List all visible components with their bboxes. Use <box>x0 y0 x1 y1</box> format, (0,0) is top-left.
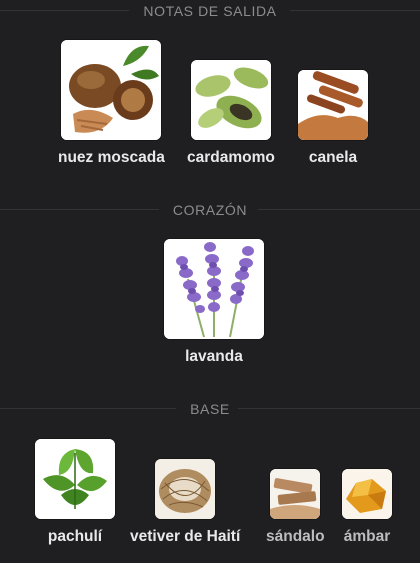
sandalwood-icon <box>270 469 321 519</box>
nutmeg-icon <box>61 40 162 140</box>
vetiver-icon <box>155 459 216 519</box>
note-lavender[interactable]: lavanda <box>164 239 264 366</box>
divider <box>238 408 420 409</box>
note-cardamom[interactable]: cardamomo <box>187 60 275 167</box>
amber-icon <box>342 469 392 519</box>
note-label: cardamomo <box>187 149 275 166</box>
note-vetiver[interactable]: vetiver de Haití <box>130 459 240 546</box>
divider <box>258 209 420 210</box>
note-label: ámbar <box>343 528 391 545</box>
patchouli-icon <box>35 439 115 519</box>
divider <box>0 10 130 11</box>
note-nutmeg[interactable]: nuez moscada <box>58 40 165 167</box>
note-patchouli[interactable]: pachulí <box>35 439 115 546</box>
note-label: nuez moscada <box>58 149 165 166</box>
note-amber[interactable]: ámbar <box>342 469 392 546</box>
cinnamon-icon <box>298 70 368 140</box>
section-header-base-notes: BASE <box>0 399 420 419</box>
section-header-top-notes: NOTAS DE SALIDA <box>0 1 420 21</box>
note-label: pachulí <box>47 528 103 545</box>
cardamom-icon <box>190 60 271 140</box>
section-title: BASE <box>176 401 244 417</box>
note-label: lavanda <box>185 348 243 365</box>
note-sandalwood[interactable]: sándalo <box>266 469 325 546</box>
note-label: canela <box>308 149 358 166</box>
section-header-heart-notes: CORAZÓN <box>0 200 420 220</box>
section-title: NOTAS DE SALIDA <box>129 3 291 19</box>
note-label: vetiver de Haití <box>130 528 241 545</box>
note-cinnamon[interactable]: canela <box>298 70 368 167</box>
section-title: CORAZÓN <box>158 202 262 218</box>
note-label: sándalo <box>266 528 325 545</box>
divider <box>290 10 420 11</box>
divider <box>0 408 182 409</box>
divider <box>0 209 162 210</box>
lavender-icon <box>164 239 264 339</box>
